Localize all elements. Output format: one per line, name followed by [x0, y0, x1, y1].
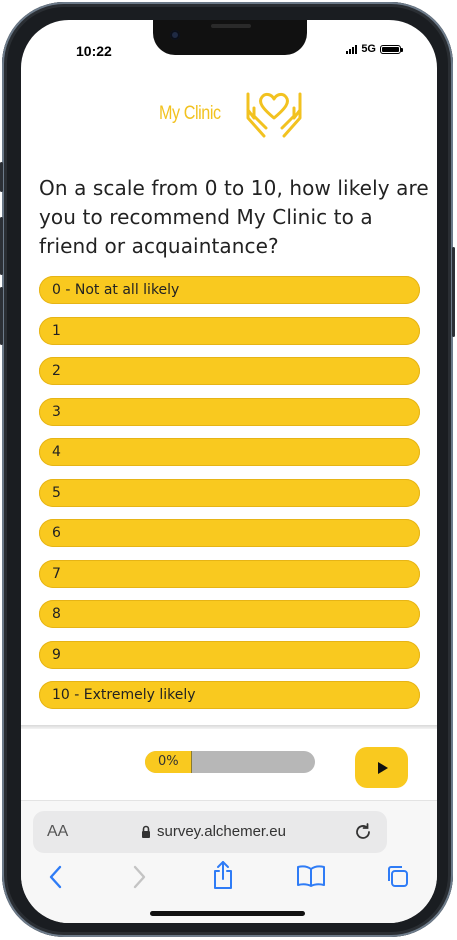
status-time: 10:22	[76, 43, 112, 59]
battery-icon	[380, 44, 403, 54]
volume-down-button	[0, 287, 3, 345]
answer-option[interactable]: 9	[39, 640, 420, 669]
camera-icon	[170, 30, 180, 40]
answer-option[interactable]: 8	[39, 600, 420, 628]
footer-divider	[21, 725, 437, 729]
power-button	[452, 247, 455, 337]
share-icon[interactable]	[211, 860, 235, 890]
tabs-icon[interactable]	[385, 864, 411, 888]
status-indicators: 5G	[346, 43, 403, 55]
phone-frame: 10:22 5G My Clinic On a scale from 0 to …	[0, 2, 455, 937]
answer-option[interactable]: 5	[39, 478, 420, 507]
reload-icon[interactable]	[353, 822, 373, 842]
volume-up-button	[0, 217, 3, 275]
caring-hands-heart-icon	[246, 92, 302, 138]
answer-option[interactable]: 1	[39, 316, 420, 345]
next-button[interactable]	[355, 747, 408, 788]
text-size-button[interactable]: AA	[47, 823, 68, 841]
progress-label: 0%	[158, 754, 179, 769]
answer-option[interactable]: 2	[39, 357, 420, 385]
back-icon[interactable]	[48, 864, 64, 890]
browser-toolbar	[21, 861, 437, 894]
browser-bar: AA survey.alchemer.eu	[21, 800, 437, 923]
screen: 10:22 5G My Clinic On a scale from 0 to …	[21, 20, 437, 923]
network-label: 5G	[361, 43, 376, 55]
answer-option[interactable]: 0 - Not at all likely	[39, 276, 420, 304]
bookmarks-icon[interactable]	[296, 864, 326, 888]
home-indicator[interactable]	[150, 911, 305, 916]
answer-option[interactable]: 7	[39, 559, 420, 588]
url-display[interactable]: survey.alchemer.eu	[141, 823, 286, 840]
forward-icon[interactable]	[131, 864, 147, 890]
answer-option[interactable]: 6	[39, 519, 420, 547]
mute-switch	[0, 162, 3, 192]
url-text: survey.alchemer.eu	[157, 823, 286, 840]
clinic-logo: My Clinic	[159, 88, 304, 140]
play-arrow-icon	[377, 761, 388, 774]
answer-option[interactable]: 4	[39, 438, 420, 466]
survey-question: On a scale from 0 to 10, how likely are …	[39, 176, 429, 258]
signal-icon	[346, 44, 358, 54]
answer-option[interactable]: 3	[39, 397, 420, 426]
notch	[153, 20, 307, 55]
address-bar[interactable]: AA survey.alchemer.eu	[33, 811, 387, 853]
speaker-grille	[211, 24, 251, 28]
clinic-name: My Clinic	[159, 103, 221, 124]
progress-bar: 0%	[145, 751, 315, 773]
answer-option[interactable]: 10 - Extremely likely	[39, 681, 420, 709]
lock-icon	[142, 825, 150, 838]
answer-options: 0 - Not at all likely 1 2 3 4 5 6 7 8 9 10 - Extre…	[39, 276, 420, 722]
